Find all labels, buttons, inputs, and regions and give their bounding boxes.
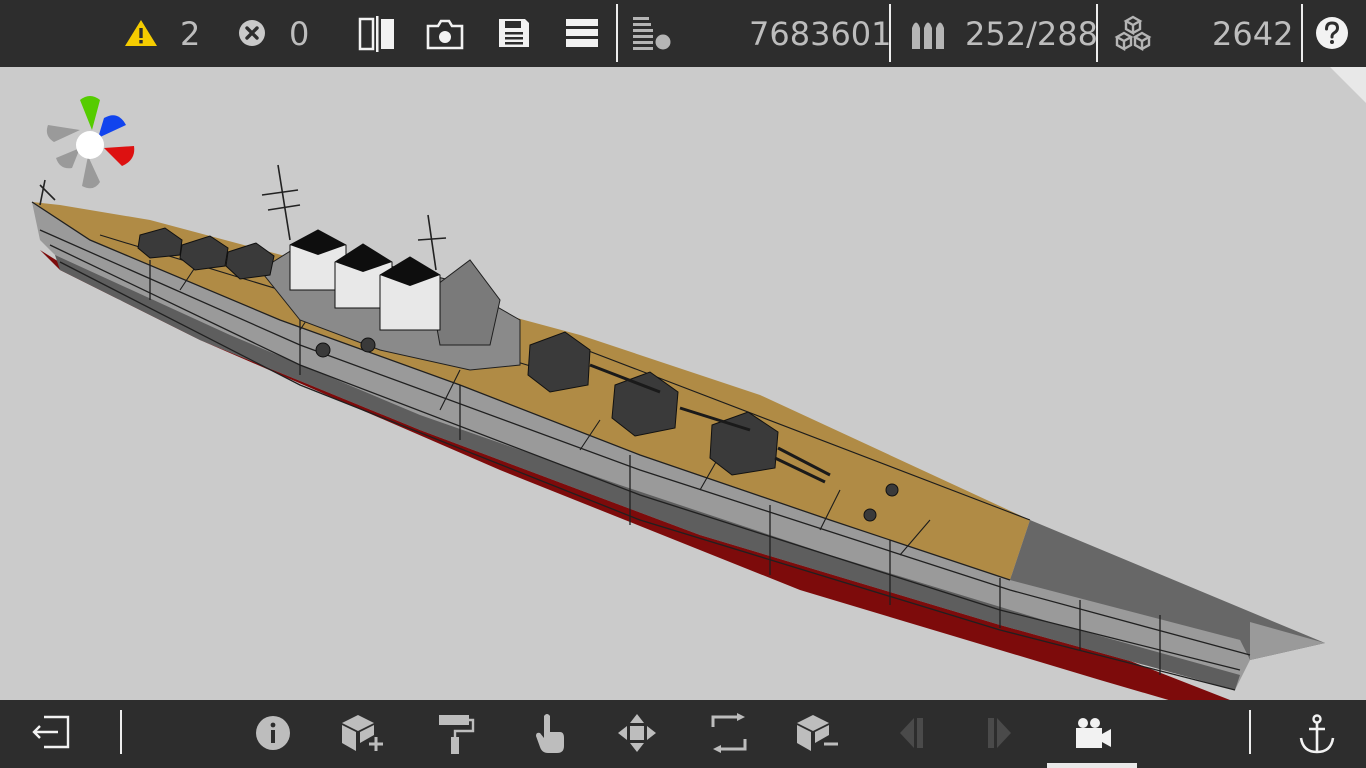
orientation-gizmo[interactable] (46, 96, 135, 189)
remove-block-icon[interactable] (795, 713, 841, 753)
toolbar-divider (120, 710, 122, 754)
next-icon[interactable] (985, 716, 1015, 750)
3d-viewport[interactable] (0, 67, 1366, 715)
error-icon[interactable] (238, 19, 266, 47)
ship-model (31, 96, 1325, 715)
info-icon[interactable] (255, 715, 291, 751)
warning-icon[interactable] (124, 18, 158, 48)
ammo-value: 252/288 (965, 15, 1098, 53)
toolbar-divider (1249, 710, 1251, 754)
camera-view-icon[interactable] (1074, 716, 1112, 750)
weight-value: 7683601 (749, 15, 892, 53)
blocks-value: 2642 (1212, 15, 1294, 53)
blocks-icon (1114, 15, 1152, 51)
save-icon[interactable] (497, 17, 531, 49)
bottom-toolbar (0, 700, 1366, 768)
ammo-icon (910, 16, 948, 50)
touch-select-icon[interactable] (534, 712, 566, 754)
mirror-icon[interactable] (358, 16, 396, 52)
weight-icon (632, 15, 672, 51)
active-tool-indicator (1047, 763, 1137, 768)
previous-icon[interactable] (896, 716, 926, 750)
toolbar-divider (1096, 4, 1098, 62)
camera-icon[interactable] (426, 18, 464, 50)
help-icon[interactable] (1315, 16, 1349, 50)
ship-hull (31, 201, 1325, 715)
toolbar-divider (1301, 4, 1303, 62)
toolbar-divider (616, 4, 618, 62)
top-toolbar: 2 0 7683601 252/288 2642 (0, 0, 1366, 67)
rotate-icon[interactable] (709, 713, 749, 753)
anchor-icon[interactable] (1298, 714, 1336, 754)
paint-roller-icon[interactable] (437, 713, 475, 755)
warning-count: 2 (180, 15, 201, 53)
move-icon[interactable] (617, 713, 657, 753)
add-block-icon[interactable] (340, 713, 386, 753)
toolbar-divider (889, 4, 891, 62)
exit-icon[interactable] (30, 714, 72, 750)
layers-icon[interactable] (565, 18, 599, 48)
error-count: 0 (289, 15, 310, 53)
